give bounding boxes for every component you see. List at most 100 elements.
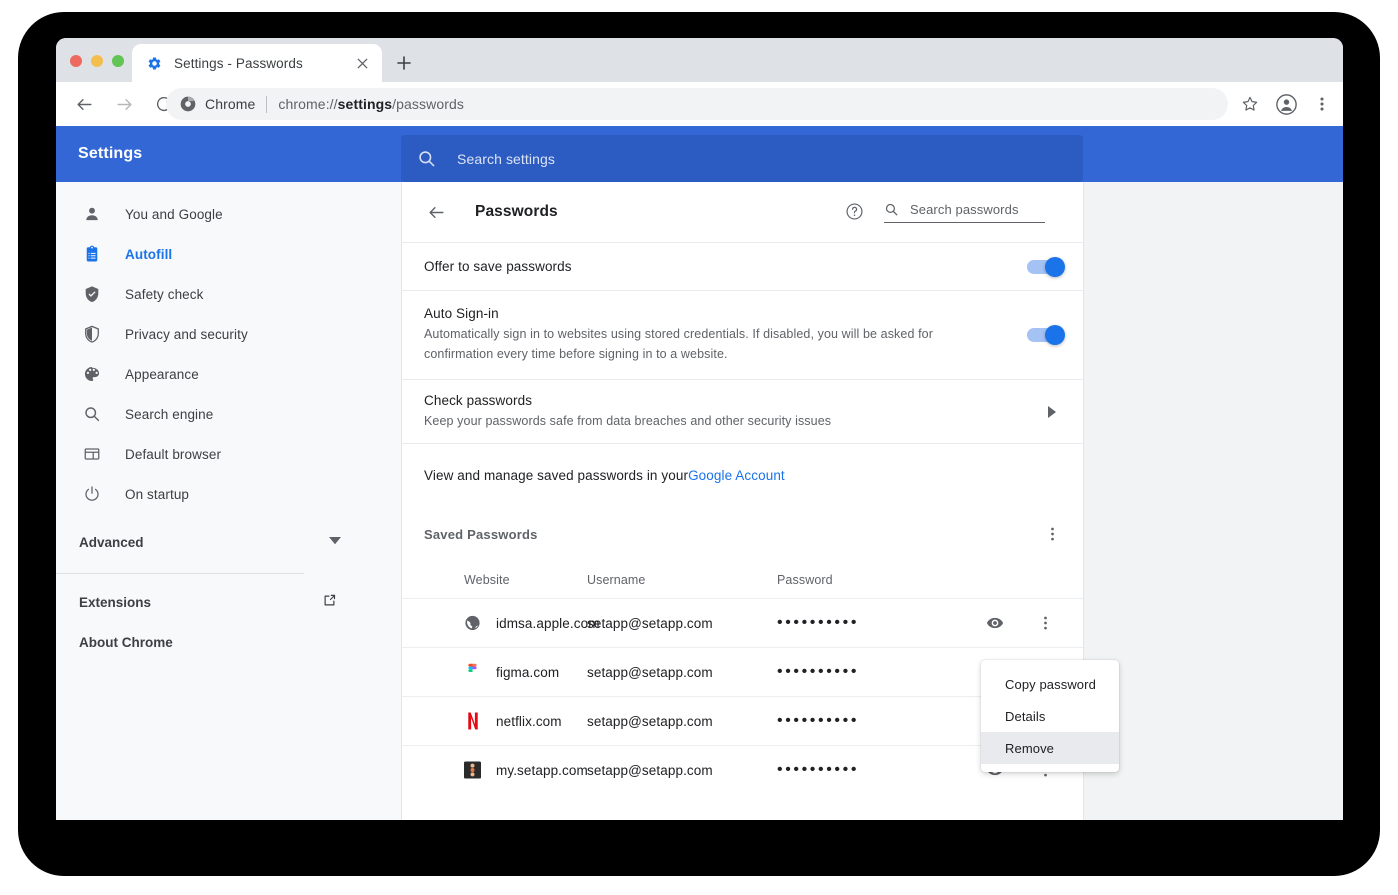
star-icon[interactable] [1235, 89, 1265, 119]
cell-username: setapp@setapp.com [587, 665, 777, 680]
passwords-card-header: Passwords [402, 182, 1083, 242]
manage-passwords-row: View and manage saved passwords in your … [402, 444, 1083, 506]
sidebar-item-safety-check[interactable]: Safety check [56, 274, 401, 314]
figma-icon [464, 664, 481, 681]
toolbar-right-actions [1235, 82, 1343, 126]
sidebar-item-label: Default browser [125, 447, 221, 462]
offer-to-save-passwords-row[interactable]: Offer to save passwords [402, 243, 1083, 290]
shield-half-icon [81, 323, 103, 345]
tab-title: Settings - Passwords [174, 56, 303, 71]
auto-signin-row[interactable]: Auto Sign-in Automatically sign in to we… [402, 291, 1083, 379]
url-prefix: chrome:// [278, 96, 337, 112]
close-tab-button[interactable] [354, 55, 370, 71]
offer-to-save-toggle[interactable] [1027, 260, 1061, 274]
sidebar-item-advanced[interactable]: Advanced [56, 522, 401, 562]
toggle-knob [1045, 257, 1065, 277]
sidebar-item-label: Search engine [125, 407, 213, 422]
cell-website: idmsa.apple.com [402, 616, 587, 631]
sidebar-item-you-and-google[interactable]: You and Google [56, 194, 401, 234]
new-tab-button[interactable] [392, 51, 416, 75]
cell-username: setapp@setapp.com [587, 616, 777, 631]
chrome-logo-icon [180, 96, 196, 112]
offer-to-save-text: Offer to save passwords [424, 259, 1061, 274]
sidebar-item-label: Privacy and security [125, 327, 248, 342]
sidebar-item-extensions[interactable]: Extensions [56, 582, 401, 622]
window-controls[interactable] [70, 55, 124, 67]
manage-passwords-text: View and manage saved passwords in your [424, 468, 688, 483]
close-window-button[interactable] [70, 55, 82, 67]
row-overflow-menu-icon[interactable] [1038, 616, 1053, 631]
sidebar-item-about-chrome[interactable]: About Chrome [56, 622, 401, 662]
saved-passwords-heading: Saved Passwords [424, 527, 538, 542]
sidebar-item-autofill[interactable]: Autofill [56, 234, 401, 274]
chrome-menu-icon[interactable] [1307, 89, 1337, 119]
url-path: /passwords [392, 96, 464, 112]
settings-search-placeholder: Search settings [457, 151, 555, 167]
page-title: Passwords [475, 203, 558, 221]
context-menu-item-label: Details [1005, 709, 1045, 724]
page-background-filler [1086, 182, 1343, 820]
address-bar[interactable]: Chrome chrome://settings/passwords [166, 88, 1228, 120]
netflix-icon [464, 713, 481, 730]
palette-icon [81, 363, 103, 385]
back-icon[interactable] [424, 200, 448, 224]
forward-icon[interactable] [108, 88, 140, 120]
sidebar-item-on-startup[interactable]: On startup [56, 474, 401, 514]
sidebar-item-label: Autofill [125, 247, 172, 262]
google-account-link[interactable]: Google Account [688, 468, 785, 483]
auto-signin-toggle[interactable] [1027, 328, 1061, 342]
search-passwords-input[interactable]: Search passwords [884, 202, 1045, 223]
tab-strip: Settings - Passwords [56, 38, 1343, 82]
person-icon [81, 203, 103, 225]
context-menu-item-label: Copy password [1005, 677, 1096, 692]
power-icon [81, 483, 103, 505]
profile-icon[interactable] [1271, 89, 1301, 119]
check-passwords-row[interactable]: Check passwords Keep your passwords safe… [402, 380, 1083, 443]
address-bar-url: chrome://settings/passwords [278, 96, 464, 112]
chevron-down-icon [329, 537, 341, 545]
maximize-window-button[interactable] [112, 55, 124, 67]
cell-website: netflix.com [402, 714, 587, 729]
sidebar-extensions-label: Extensions [79, 595, 151, 610]
sidebar-advanced-label: Advanced [79, 535, 144, 550]
settings-search-box[interactable]: Search settings [401, 135, 1083, 182]
sidebar-item-default-browser[interactable]: Default browser [56, 434, 401, 474]
sidebar-spacer [56, 514, 401, 522]
context-menu-item-label: Remove [1005, 741, 1054, 756]
password-row-context-menu: Copy password Details Remove [981, 660, 1119, 772]
context-menu-item-details[interactable]: Details [981, 700, 1119, 732]
sidebar-item-search-engine[interactable]: Search engine [56, 394, 401, 434]
tab-settings-passwords[interactable]: Settings - Passwords [132, 44, 382, 82]
back-icon[interactable] [68, 88, 100, 120]
sidebar-item-appearance[interactable]: Appearance [56, 354, 401, 394]
check-passwords-description: Keep your passwords safe from data breac… [424, 411, 971, 431]
auto-signin-text: Auto Sign-in Automatically sign in to we… [424, 306, 1061, 364]
site-chip: Chrome [180, 96, 255, 112]
cell-username: setapp@setapp.com [587, 714, 777, 729]
context-menu-item-remove[interactable]: Remove [981, 732, 1119, 764]
sidebar-about-label: About Chrome [79, 635, 173, 650]
setapp-icon [464, 762, 481, 779]
site-chip-label: Chrome [205, 96, 255, 112]
help-circle-icon[interactable] [845, 202, 864, 221]
check-passwords-label: Check passwords [424, 393, 971, 408]
settings-main: Passwords [401, 182, 1343, 820]
sidebar-item-label: On startup [125, 487, 189, 502]
show-password-icon[interactable] [986, 614, 1004, 632]
table-row[interactable]: idmsa.apple.com setapp@setapp.com ••••••… [402, 598, 1083, 647]
toggle-knob [1045, 325, 1065, 345]
column-header-username: Username [587, 573, 777, 587]
sidebar-item-privacy-and-security[interactable]: Privacy and security [56, 314, 401, 354]
context-menu-item-copy-password[interactable]: Copy password [981, 668, 1119, 700]
gear-icon [146, 55, 163, 72]
column-header-password: Password [777, 573, 1083, 587]
search-passwords-placeholder: Search passwords [910, 202, 1019, 217]
url-host: settings [338, 96, 392, 112]
minimize-window-button[interactable] [91, 55, 103, 67]
arrow-right-icon[interactable] [1048, 406, 1057, 418]
cell-username: setapp@setapp.com [587, 763, 777, 778]
overflow-menu-icon[interactable] [1045, 527, 1060, 542]
table-header-row: Website Username Password [402, 562, 1083, 598]
external-link-icon [322, 593, 337, 608]
auto-signin-description: Automatically sign in to websites using … [424, 324, 971, 364]
